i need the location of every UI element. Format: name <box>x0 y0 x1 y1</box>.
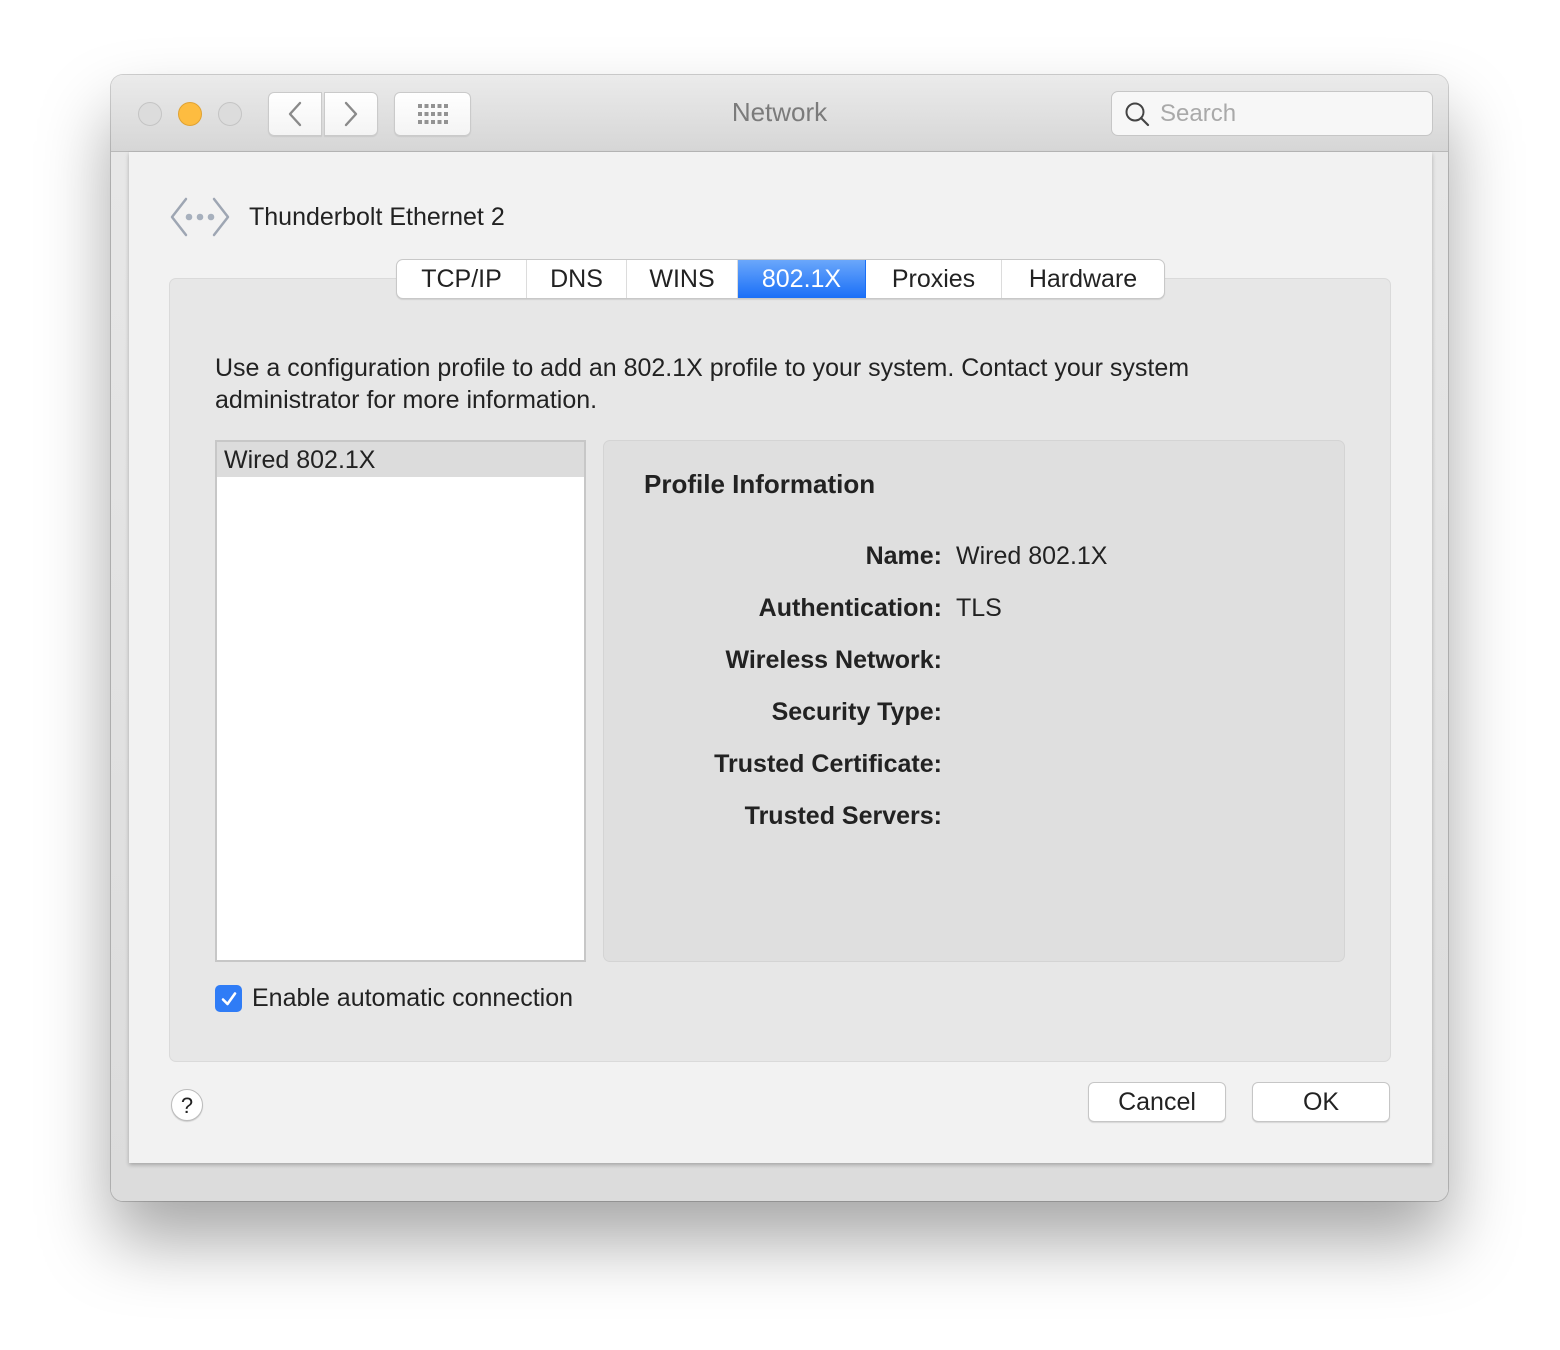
advanced-settings-sheet: Thunderbolt Ethernet 2 TCP/IP DNS WINS 8… <box>129 152 1432 1163</box>
ok-button[interactable]: OK <box>1252 1082 1390 1122</box>
tab-wins[interactable]: WINS <box>627 260 738 298</box>
titlebar: Network <box>111 75 1448 152</box>
checkmark-icon <box>221 991 236 1005</box>
tab-dns[interactable]: DNS <box>527 260 627 298</box>
profile-list-item[interactable]: Wired 802.1X <box>217 442 584 477</box>
auto-connect-option[interactable]: Enable automatic connection <box>215 984 573 1013</box>
tab-bar: TCP/IP DNS WINS 802.1X Proxies Hardware <box>396 259 1165 299</box>
interface-name: Thunderbolt Ethernet 2 <box>249 202 505 231</box>
info-row-wireless-network: Wireless Network: <box>604 646 1344 678</box>
tab-8021x[interactable]: 802.1X <box>738 260 866 298</box>
info-row-security-type: Security Type: <box>604 698 1344 730</box>
ethernet-icon <box>170 197 230 237</box>
info-value: TLS <box>956 594 1002 622</box>
info-label: Trusted Certificate: <box>714 750 942 778</box>
description-text: Use a configuration profile to add an 80… <box>215 354 1190 414</box>
tab-hardware[interactable]: Hardware <box>1002 260 1164 298</box>
info-label: Trusted Servers: <box>744 802 942 830</box>
info-row-name: Name: Wired 802.1X <box>604 542 1344 574</box>
magnifier-icon <box>1125 102 1150 126</box>
search-field[interactable] <box>1111 91 1433 136</box>
info-label: Security Type: <box>771 698 942 726</box>
profile-information-title: Profile Information <box>644 469 876 499</box>
help-button[interactable]: ? <box>171 1089 203 1121</box>
info-row-trusted-servers: Trusted Servers: <box>604 802 1344 834</box>
interface-header: Thunderbolt Ethernet 2 <box>169 196 505 238</box>
profile-list[interactable]: Wired 802.1X <box>215 440 586 962</box>
auto-connect-label[interactable]: Enable automatic connection <box>252 984 573 1013</box>
info-row-trusted-certificate: Trusted Certificate: <box>604 750 1344 782</box>
auto-connect-checkbox[interactable] <box>215 985 242 1012</box>
info-row-authentication: Authentication: TLS <box>604 594 1344 626</box>
tab-tcpip[interactable]: TCP/IP <box>397 260 527 298</box>
info-label: Wireless Network: <box>725 646 942 674</box>
info-label: Name: <box>865 542 942 570</box>
info-value: Wired 802.1X <box>956 542 1108 570</box>
profile-information-panel: Profile Information Name: Wired 802.1X A… <box>603 440 1345 962</box>
search-input[interactable] <box>1158 98 1422 129</box>
tab-proxies[interactable]: Proxies <box>866 260 1002 298</box>
cancel-button[interactable]: Cancel <box>1088 1082 1226 1122</box>
info-label: Authentication: <box>758 594 942 622</box>
network-preferences-window: Network Thunderbolt Ethernet 2 TCP/IP DN… <box>111 75 1448 1201</box>
